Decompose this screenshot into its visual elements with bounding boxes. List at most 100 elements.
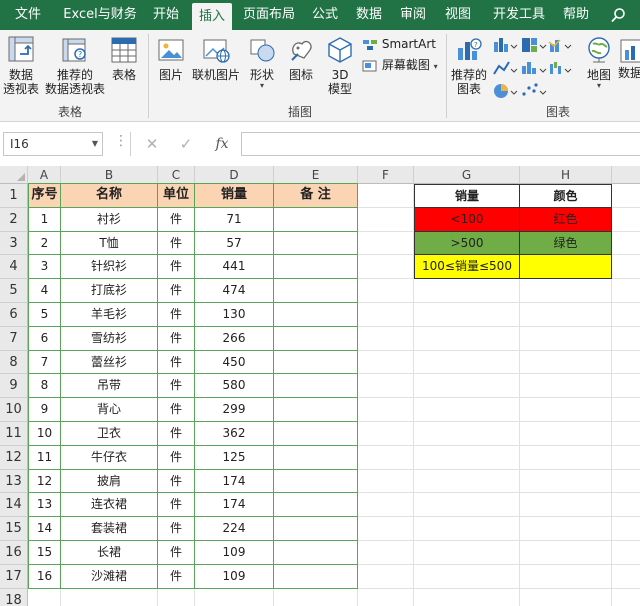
- rule-color-cell[interactable]: 红色: [520, 207, 612, 232]
- table-cell[interactable]: 14: [28, 517, 61, 541]
- waterfall-chart-icon[interactable]: [550, 62, 572, 74]
- shapes-button[interactable]: 形状 ▾: [244, 34, 280, 90]
- table-cell[interactable]: 125: [195, 445, 274, 470]
- column-chart-icon[interactable]: [494, 38, 518, 52]
- enter-icon[interactable]: ✓: [174, 132, 198, 156]
- table-cell[interactable]: [274, 517, 358, 541]
- spreadsheet-grid[interactable]: A B C D E F G H 1 2 3 4 5 6 7 8 9 10 11 12 13 14 15 16 17 18 序号 名称单…: [0, 166, 640, 606]
- more-options-icon[interactable]: ⋮: [114, 133, 128, 149]
- table-cell[interactable]: 13: [28, 493, 61, 518]
- table-cell[interactable]: [274, 231, 358, 256]
- table-cell[interactable]: 牛仔衣: [61, 445, 158, 470]
- cancel-icon[interactable]: ✕: [140, 132, 164, 156]
- tab-excel-finance[interactable]: Excel与财务: [62, 0, 138, 30]
- table-cell[interactable]: 3: [28, 255, 61, 280]
- combo-chart-icon[interactable]: [548, 39, 572, 52]
- table-button[interactable]: 表格: [106, 34, 142, 82]
- row-header[interactable]: 6: [0, 303, 28, 327]
- table-cell[interactable]: 件: [158, 445, 195, 470]
- pie-chart-icon[interactable]: [494, 84, 518, 98]
- tab-insert[interactable]: 插入: [192, 3, 232, 30]
- table-cell[interactable]: 连衣裙: [61, 493, 158, 518]
- name-box[interactable]: I16 ▼: [3, 132, 103, 156]
- table-cell[interactable]: 11: [28, 445, 61, 470]
- table-cell[interactable]: 16: [28, 564, 61, 589]
- tab-file[interactable]: 文件: [8, 0, 48, 30]
- table-cell[interactable]: 背心: [61, 398, 158, 422]
- recommended-pivot-button[interactable]: ? 推荐的 数据透视表: [44, 34, 106, 96]
- table-cell[interactable]: 件: [158, 493, 195, 518]
- column-header[interactable]: B: [61, 166, 158, 184]
- table-cell[interactable]: 件: [158, 541, 195, 565]
- row-header[interactable]: 8: [0, 350, 28, 375]
- table-cell[interactable]: 7: [28, 350, 61, 375]
- hierarchy-chart-icon[interactable]: [522, 38, 547, 52]
- scatter-chart-icon[interactable]: [522, 83, 547, 96]
- table-cell[interactable]: 件: [158, 398, 195, 422]
- table-cell[interactable]: 6: [28, 326, 61, 351]
- row-header[interactable]: 14: [0, 493, 28, 518]
- table-cell[interactable]: [274, 255, 358, 280]
- table-cell[interactable]: 15: [28, 541, 61, 565]
- table-cell[interactable]: 474: [195, 279, 274, 303]
- table-cell[interactable]: [274, 564, 358, 589]
- table-cell[interactable]: 吊带: [61, 374, 158, 399]
- table-cell[interactable]: 件: [158, 374, 195, 399]
- table-cell[interactable]: 件: [158, 517, 195, 541]
- column-header[interactable]: [612, 166, 640, 184]
- table-cell[interactable]: 441: [195, 255, 274, 280]
- row-header[interactable]: 4: [0, 255, 28, 280]
- table-cell[interactable]: 8: [28, 374, 61, 399]
- table-header-cell[interactable]: 序号: [28, 184, 61, 208]
- tab-data[interactable]: 数据: [352, 0, 386, 30]
- table-cell[interactable]: 披肩: [61, 469, 158, 494]
- rule-condition-cell[interactable]: >500: [414, 231, 520, 256]
- table-cell[interactable]: 57: [195, 231, 274, 256]
- table-cell[interactable]: 件: [158, 564, 195, 589]
- table-cell[interactable]: 1: [28, 207, 61, 232]
- insert-function-button[interactable]: fx: [210, 132, 234, 156]
- tab-help[interactable]: 帮助: [558, 0, 594, 30]
- table-cell[interactable]: 羊毛衫: [61, 303, 158, 327]
- smartart-button[interactable]: SmartArt: [362, 37, 436, 52]
- table-cell[interactable]: 450: [195, 350, 274, 375]
- table-cell[interactable]: 174: [195, 493, 274, 518]
- table-cell[interactable]: 362: [195, 422, 274, 446]
- table-cell[interactable]: T恤: [61, 231, 158, 256]
- table-header-cell[interactable]: 单位: [158, 184, 195, 208]
- column-header[interactable]: C: [158, 166, 195, 184]
- table-cell[interactable]: 299: [195, 398, 274, 422]
- table-cell[interactable]: 衬衫: [61, 207, 158, 232]
- tab-formulas[interactable]: 公式: [308, 0, 342, 30]
- table-header-cell[interactable]: 备 注: [274, 184, 358, 208]
- tab-developer[interactable]: 开发工具: [487, 0, 551, 30]
- row-header[interactable]: 3: [0, 231, 28, 256]
- table-cell[interactable]: 5: [28, 303, 61, 327]
- table-cell[interactable]: 109: [195, 541, 274, 565]
- table-cell[interactable]: 件: [158, 231, 195, 256]
- column-header[interactable]: H: [520, 166, 612, 184]
- table-cell[interactable]: [274, 279, 358, 303]
- search-icon[interactable]: [610, 7, 626, 23]
- table-cell[interactable]: [274, 469, 358, 494]
- table-cell[interactable]: 雪纺衫: [61, 326, 158, 351]
- row-header[interactable]: 7: [0, 326, 28, 351]
- row-header[interactable]: 9: [0, 374, 28, 399]
- tab-home[interactable]: 开始: [148, 0, 184, 30]
- row-header[interactable]: 13: [0, 469, 28, 494]
- tab-page-layout[interactable]: 页面布局: [240, 0, 298, 30]
- table-cell[interactable]: 卫衣: [61, 422, 158, 446]
- table-cell[interactable]: 71: [195, 207, 274, 232]
- table-cell[interactable]: 打底衫: [61, 279, 158, 303]
- row-header[interactable]: 12: [0, 445, 28, 470]
- table-cell[interactable]: 件: [158, 279, 195, 303]
- table-cell[interactable]: 130: [195, 303, 274, 327]
- row-header[interactable]: 5: [0, 279, 28, 303]
- map-button[interactable]: 地图 ▾: [582, 34, 616, 90]
- table-cell[interactable]: 174: [195, 469, 274, 494]
- pivot-table-button[interactable]: 数据 透视表: [2, 34, 40, 96]
- rule-condition-cell[interactable]: <100: [414, 207, 520, 232]
- table-cell[interactable]: 10: [28, 422, 61, 446]
- table-header-cell[interactable]: 销量: [195, 184, 274, 208]
- table-cell[interactable]: 266: [195, 326, 274, 351]
